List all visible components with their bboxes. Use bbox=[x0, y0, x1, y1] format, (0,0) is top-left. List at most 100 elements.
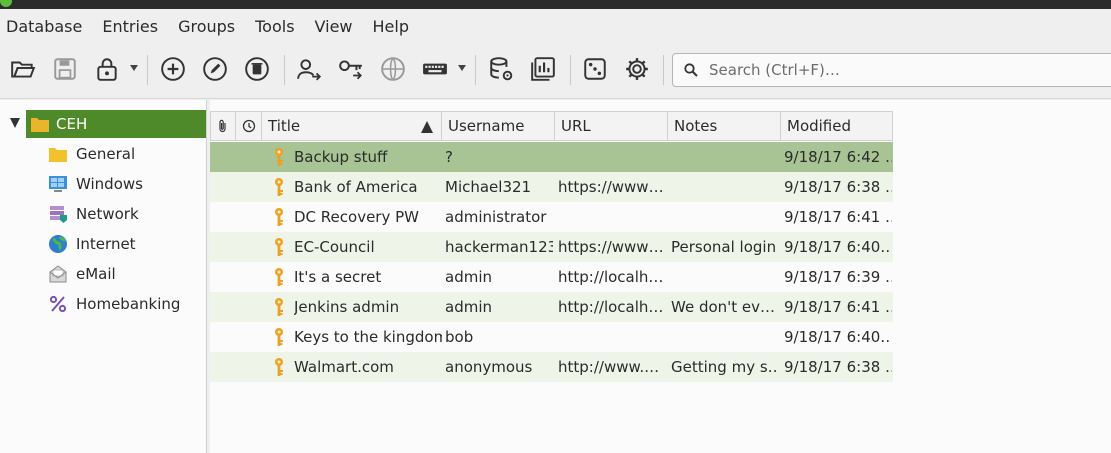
cell-modified: 9/18/17 6:40… bbox=[784, 238, 892, 256]
copy-password-button[interactable] bbox=[336, 54, 366, 84]
clock-icon bbox=[242, 119, 256, 133]
group-root-label: CEH bbox=[56, 115, 88, 133]
database-settings-button[interactable] bbox=[486, 54, 516, 84]
search-box[interactable] bbox=[672, 53, 1111, 87]
group-item-email[interactable]: eMail bbox=[48, 261, 116, 287]
menu-entries[interactable]: Entries bbox=[102, 17, 172, 36]
save-database-button[interactable] bbox=[50, 54, 80, 84]
copy-username-button[interactable] bbox=[294, 54, 324, 84]
cell-title: DC Recovery PW bbox=[294, 208, 419, 226]
header-title[interactable]: Title bbox=[262, 111, 442, 141]
cell-url: http://localh… bbox=[558, 298, 664, 316]
table-row[interactable]: DC Recovery PW administrator 9/18/17 6:41 … bbox=[210, 202, 893, 232]
cell-username: administrator bbox=[445, 208, 547, 226]
cell-username: ? bbox=[445, 148, 453, 166]
cell-modified: 9/18/17 6:38 … bbox=[784, 178, 892, 196]
cell-modified: 9/18/17 6:41 … bbox=[784, 298, 892, 316]
table-row[interactable]: It's a secret admin http://localh… 9/18/17 … bbox=[210, 262, 893, 292]
entry-table: Title Username URL Notes Modified Backup… bbox=[210, 100, 1111, 453]
table-row[interactable]: Backup stuff? 9/18/17 6:42 … bbox=[210, 142, 893, 172]
paperclip-icon bbox=[219, 119, 226, 133]
delete-entry-button[interactable] bbox=[242, 54, 272, 84]
table-row[interactable]: Jenkins admin admin http://localh… We don't… bbox=[210, 292, 893, 322]
divider bbox=[0, 98, 1111, 99]
key-icon bbox=[275, 208, 283, 226]
search-input[interactable] bbox=[709, 61, 1089, 79]
menubar: Database Entries Groups Tools View Help bbox=[0, 9, 1111, 43]
key-icon bbox=[275, 298, 283, 316]
cell-username: admin bbox=[445, 298, 492, 316]
table-row[interactable]: Bank of America Michael321 https://www… 9/1… bbox=[210, 172, 893, 202]
autotype-dropdown-chevron-down-icon[interactable] bbox=[457, 63, 467, 73]
globe-icon bbox=[48, 234, 68, 254]
expand-arrow-icon[interactable] bbox=[10, 118, 20, 128]
cell-notes: We don't ev… bbox=[671, 298, 776, 316]
group-root[interactable]: CEH bbox=[0, 110, 206, 138]
header-attachment[interactable] bbox=[210, 111, 236, 141]
cell-url bbox=[558, 322, 666, 352]
cell-url: http://www.… bbox=[558, 358, 660, 376]
cell-modified: 9/18/17 6:39 … bbox=[784, 268, 892, 286]
cell-title: Bank of America bbox=[294, 178, 418, 196]
toolbar-divider bbox=[284, 55, 285, 85]
menu-tools[interactable]: Tools bbox=[255, 17, 308, 36]
search-icon bbox=[681, 60, 701, 80]
menu-database[interactable]: Database bbox=[6, 17, 96, 36]
group-item-label: Network bbox=[76, 205, 139, 223]
cell-notes bbox=[671, 202, 779, 232]
cell-title: Walmart.com bbox=[294, 358, 394, 376]
group-item-network[interactable]: Network bbox=[48, 201, 139, 227]
network-icon bbox=[48, 204, 68, 224]
header-notes[interactable]: Notes bbox=[668, 111, 781, 141]
table-row[interactable]: Keys to the kingdom bob 9/18/17 6:40… bbox=[210, 322, 893, 352]
header-notes-label: Notes bbox=[674, 117, 718, 135]
cell-title: Jenkins admin bbox=[294, 298, 400, 316]
cell-username: Michael321 bbox=[445, 178, 532, 196]
settings-button[interactable] bbox=[622, 54, 652, 84]
toolbar-divider bbox=[475, 55, 476, 85]
table-row[interactable]: EC-Council hackerman123 https://www… Person… bbox=[210, 232, 893, 262]
header-url[interactable]: URL bbox=[555, 111, 668, 141]
group-item-internet[interactable]: Internet bbox=[48, 231, 136, 257]
password-generator-button[interactable] bbox=[580, 54, 610, 84]
toolbar bbox=[0, 43, 1111, 97]
open-url-button[interactable] bbox=[378, 54, 408, 84]
windows-icon bbox=[48, 174, 68, 194]
lock-icon bbox=[97, 58, 117, 81]
menu-view[interactable]: View bbox=[315, 17, 367, 36]
header-modified[interactable]: Modified bbox=[781, 111, 893, 141]
add-entry-button[interactable] bbox=[158, 54, 188, 84]
open-database-button[interactable] bbox=[8, 54, 38, 84]
cell-notes bbox=[671, 322, 779, 352]
group-root-selected[interactable]: CEH bbox=[26, 110, 206, 138]
cell-notes bbox=[671, 172, 779, 202]
header-expiry[interactable] bbox=[236, 111, 262, 141]
menu-groups[interactable]: Groups bbox=[178, 17, 249, 36]
table-row[interactable]: Walmart.com anonymous http://www.… Getting … bbox=[210, 352, 893, 382]
cell-url bbox=[558, 202, 666, 232]
key-icon bbox=[275, 148, 283, 166]
header-username[interactable]: Username bbox=[442, 111, 555, 141]
cell-title: Keys to the kingdom bbox=[294, 328, 442, 346]
cell-title: It's a secret bbox=[294, 268, 382, 286]
edit-entry-button[interactable] bbox=[200, 54, 230, 84]
plus-circle-icon bbox=[161, 57, 185, 81]
header-modified-label: Modified bbox=[787, 117, 852, 135]
lock-dropdown-chevron-down-icon[interactable] bbox=[129, 63, 139, 73]
autotype-button[interactable] bbox=[420, 54, 450, 84]
toolbar-divider bbox=[663, 55, 664, 85]
toolbar-divider bbox=[570, 55, 571, 85]
menu-help[interactable]: Help bbox=[373, 17, 423, 36]
folder-icon bbox=[31, 118, 49, 132]
save-icon bbox=[54, 58, 76, 80]
group-item-homebanking[interactable]: Homebanking bbox=[48, 291, 180, 317]
cell-notes bbox=[671, 262, 779, 292]
cell-notes: Getting my s… bbox=[671, 358, 779, 376]
group-item-windows[interactable]: Windows bbox=[48, 171, 143, 197]
globe-icon bbox=[381, 57, 405, 81]
gear-icon bbox=[626, 58, 648, 80]
reports-button[interactable] bbox=[528, 54, 558, 84]
lock-database-button[interactable] bbox=[92, 54, 122, 84]
group-item-general[interactable]: General bbox=[48, 141, 135, 167]
cell-modified: 9/18/17 6:42 … bbox=[784, 148, 892, 166]
